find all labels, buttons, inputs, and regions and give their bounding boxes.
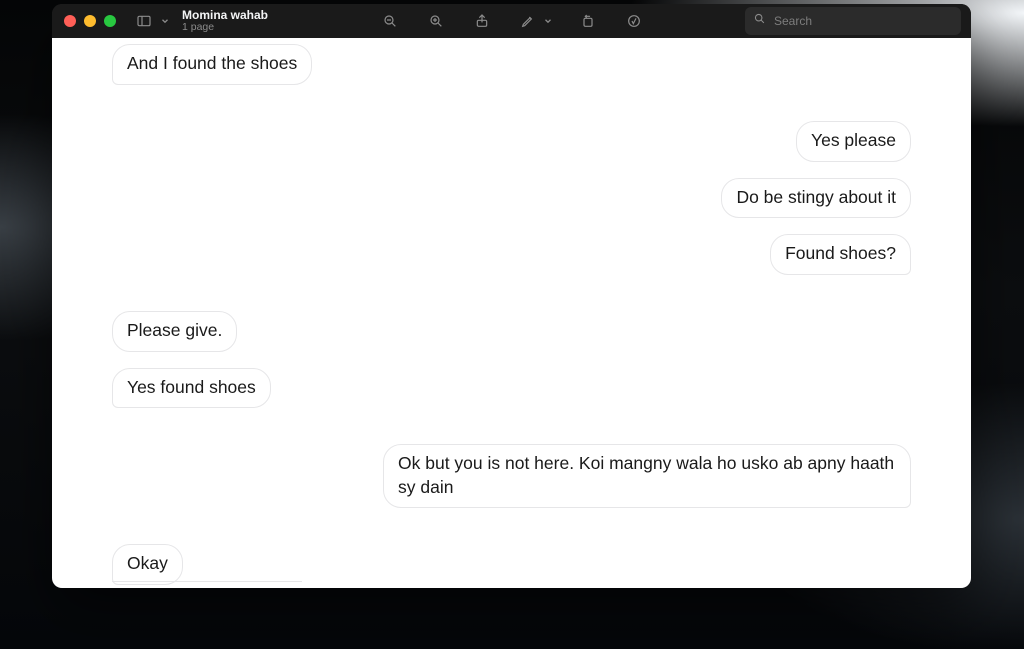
message-row: Ok but you is not here. Koi mangny wala … xyxy=(112,444,911,508)
message-thread: And I found the shoes Yes please Do be s… xyxy=(112,44,911,588)
search-icon xyxy=(753,12,766,30)
sidebar-menu-chevron[interactable] xyxy=(160,9,170,33)
document-content: And I found the shoes Yes please Do be s… xyxy=(52,38,971,588)
window-controls xyxy=(64,15,116,27)
window-subtitle: 1 page xyxy=(182,22,268,34)
message-row: Yes found shoes xyxy=(112,368,911,409)
message-row: Okay xyxy=(112,544,911,585)
search-input[interactable] xyxy=(772,13,953,29)
titlebar: Momina wahab 1 page xyxy=(52,4,971,38)
toolbar-center xyxy=(378,9,646,33)
message-bubble-outgoing: Found shoes? xyxy=(770,234,911,275)
message-bubble-incoming: And I found the shoes xyxy=(112,44,312,85)
message-row: Please give. xyxy=(112,311,911,352)
message-bubble-outgoing: Do be stingy about it xyxy=(721,178,911,219)
page-separator xyxy=(112,581,302,582)
share-button[interactable] xyxy=(470,9,494,33)
maximize-button[interactable] xyxy=(104,15,116,27)
message-bubble-outgoing: Ok but you is not here. Koi mangny wala … xyxy=(383,444,911,508)
minimize-button[interactable] xyxy=(84,15,96,27)
close-button[interactable] xyxy=(64,15,76,27)
message-bubble-incoming: Yes found shoes xyxy=(112,368,271,409)
window-title-block: Momina wahab 1 page xyxy=(182,9,268,34)
message-bubble-outgoing: Yes please xyxy=(796,121,911,162)
sidebar-toggle-button[interactable] xyxy=(132,9,156,33)
message-bubble-incoming: Okay xyxy=(112,544,183,585)
toolbar-right xyxy=(745,7,961,35)
markup-button[interactable] xyxy=(516,9,540,33)
zoom-in-button[interactable] xyxy=(424,9,448,33)
rotate-button[interactable] xyxy=(576,9,600,33)
message-row: Found shoes? xyxy=(112,234,911,275)
search-box[interactable] xyxy=(745,7,961,35)
message-row: And I found the shoes xyxy=(112,44,911,85)
highlight-button[interactable] xyxy=(622,9,646,33)
markup-menu-chevron[interactable] xyxy=(542,9,554,33)
preview-window: Momina wahab 1 page xyxy=(52,4,971,588)
message-row: Yes please xyxy=(112,121,911,162)
message-row: Do be stingy about it xyxy=(112,178,911,219)
message-bubble-incoming: Please give. xyxy=(112,311,237,352)
zoom-out-button[interactable] xyxy=(378,9,402,33)
